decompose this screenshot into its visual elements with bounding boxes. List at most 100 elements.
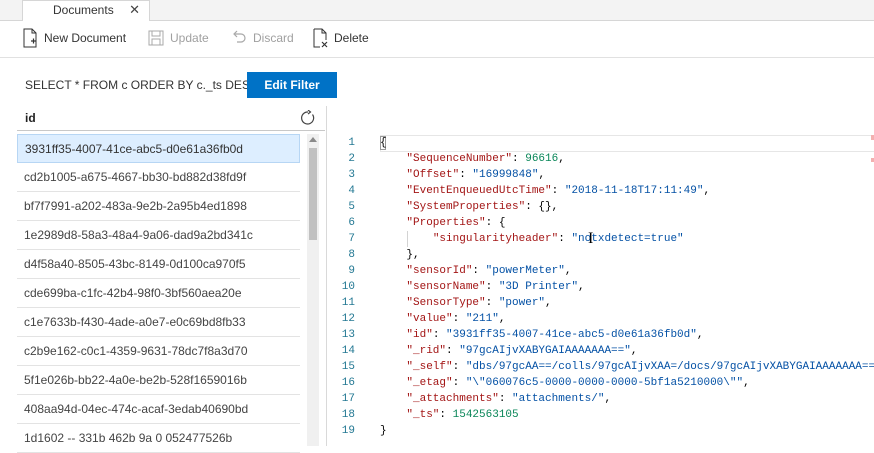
toolbar: New Document Update Discard Delete (0, 21, 874, 58)
line-number: 13 (341, 329, 355, 341)
document-list-item[interactable]: 5f1e026b-bb22-4a0e-be2b-528f1659016b (17, 366, 300, 395)
code-line: "SequenceNumber": 96616, (380, 151, 870, 167)
code-line: { (380, 135, 870, 151)
json-punctuation: , (703, 185, 711, 197)
line-number: 12 (341, 313, 355, 325)
json-punctuation: , (743, 377, 750, 389)
line-number: 3 (348, 169, 355, 181)
json-punctuation: : (452, 377, 466, 389)
json-punctuation: , (564, 265, 572, 277)
document-list-item[interactable]: 1d1602 -- 331b 462b 9a 0 052477526b (17, 424, 300, 453)
json-punctuation: , (604, 393, 612, 405)
filter-query-text: SELECT * FROM c ORDER BY c._ts DESC (25, 78, 259, 92)
line-number: 5 (348, 201, 355, 213)
scroll-up-arrow-icon[interactable] (309, 137, 317, 142)
line-number: 10 (341, 281, 355, 293)
refresh-icon[interactable] (300, 110, 316, 126)
json-punctuation: : (498, 393, 513, 405)
discard-button[interactable]: Discard (231, 27, 294, 49)
json-number: 1542563105 (452, 409, 519, 421)
list-header: id (17, 106, 325, 131)
update-icon (148, 30, 164, 46)
new-document-button[interactable]: New Document (22, 27, 126, 49)
json-key: "Properties" (406, 217, 486, 229)
json-key: "SequenceNumber" (406, 153, 513, 165)
json-number: 96616 (525, 153, 559, 165)
json-punctuation: : (485, 281, 499, 293)
edit-filter-button[interactable]: Edit Filter (247, 72, 337, 98)
code-area[interactable]: { "SequenceNumber": 96616, "Offset": "16… (380, 135, 874, 439)
json-key: "sensorName" (406, 281, 486, 293)
json-string: "97gcAIjvXABYGAIAAAAAAA==" (459, 345, 631, 357)
line-number: 18 (341, 409, 355, 421)
json-key: "SystemProperties" (406, 201, 526, 213)
line-number: 4 (348, 185, 355, 197)
json-punctuation: : (485, 297, 499, 309)
json-string: "2018-11-18T17:11:49" (564, 185, 704, 197)
line-number: 17 (341, 393, 355, 405)
json-punctuation: }, (406, 249, 420, 261)
json-punctuation: , (578, 281, 585, 293)
delete-label: Delete (334, 31, 369, 45)
document-list-item[interactable]: c1e7633b-f430-4ade-a0e7-e0c69bd8fb33 (17, 308, 300, 337)
json-key: "_etag" (406, 377, 453, 389)
document-list-item[interactable]: 1e2989d8-58a3-48a4-9a06-dad9a2bd341c (17, 221, 300, 250)
document-list-item[interactable]: d4f58a40-8505-43bc-8149-0d100ca970f5 (17, 250, 300, 279)
line-number: 14 (341, 345, 355, 357)
code-line: "SystemProperties": {}, (380, 199, 870, 215)
tab-close-icon[interactable]: ✕ (129, 2, 140, 18)
json-punctuation: , (538, 169, 546, 181)
document-list-item[interactable]: 3931ff35-4007-41ce-abc5-d0e61a36fb0d (17, 134, 300, 163)
json-punctuation: } (380, 425, 387, 437)
json-string: "3931ff35-4007-41ce-abc5-d0e61a36fb0d" (446, 329, 697, 341)
code-line: "_ts": 1542563105 (380, 407, 870, 423)
json-punctuation: , (558, 153, 565, 165)
line-number: 7 (348, 233, 355, 245)
json-key: "sensorId" (406, 265, 473, 277)
line-number: 6 (348, 217, 355, 229)
json-key: "EventEnqueuedUtcTime" (406, 185, 552, 197)
line-number: 19 (341, 425, 355, 437)
document-list-item[interactable]: cde699ba-c1fc-42b4-98f0-3bf560aea20e (17, 279, 300, 308)
line-number-gutter: 1 2 3 4 5 6 7 8 9 10 11 12 13 14 15 16 17 18 19 (327, 135, 355, 439)
document-list-item[interactable]: c2b9e162-c0c1-4359-9631-78dc7f8a3d70 (17, 337, 300, 366)
code-line: "EventEnqueuedUtcTime": "2018-11-18T17:1… (380, 183, 870, 199)
json-key: "Offset" (406, 169, 460, 181)
scroll-thumb[interactable] (309, 148, 317, 240)
json-punctuation: , (696, 329, 704, 341)
code-line: "Properties": { (380, 215, 870, 231)
json-punctuation: { (380, 137, 387, 149)
new-document-label: New Document (44, 31, 127, 45)
line-number: 8 (348, 249, 355, 261)
line-number: 1 (348, 137, 355, 149)
update-button[interactable]: Update (148, 27, 209, 49)
line-number: 9 (348, 265, 355, 277)
json-string: "attachments/" (512, 393, 605, 405)
json-punctuation: : (459, 169, 473, 181)
delete-icon (313, 28, 328, 48)
code-line: "sensorId": "powerMeter", (380, 263, 870, 279)
json-punctuation: : (439, 409, 453, 421)
line-number: 16 (341, 377, 355, 389)
list-scrollbar[interactable] (307, 134, 319, 446)
code-line: "Offset": "16999848", (380, 167, 870, 183)
json-punctuation: : (452, 361, 466, 373)
code-line: "_attachments": "attachments/", (380, 391, 870, 407)
document-list-item[interactable]: 408aa94d-04ec-474c-acaf-3edab40690bd (17, 395, 300, 424)
json-string: "power" (498, 297, 546, 309)
line-number: 11 (341, 297, 355, 309)
tab-documents[interactable]: Documents ✕ (22, 0, 150, 21)
document-list-item[interactable]: cd2b1005-a675-4667-bb30-bd882d38fd9f (17, 163, 300, 192)
json-editor[interactable]: 1 2 3 4 5 6 7 8 9 10 11 12 13 14 15 16 17 18 19 { "Sequenc… (327, 130, 874, 446)
json-punctuation: : (551, 185, 565, 197)
update-label: Update (170, 31, 209, 45)
discard-icon (233, 30, 246, 43)
document-list-item[interactable]: bf7f7991-a202-483a-9e2b-2a95b4ed1898 (17, 192, 300, 221)
code-line: }, (380, 247, 870, 263)
code-line: "_etag": "\"060076c5-0000-0000-0000-5bf1… (380, 375, 870, 391)
code-line: } (380, 423, 870, 439)
delete-button[interactable]: Delete (312, 27, 369, 49)
json-punctuation: , (545, 297, 552, 309)
json-key: "_ts" (406, 409, 440, 421)
text-cursor-icon: I (588, 230, 594, 247)
